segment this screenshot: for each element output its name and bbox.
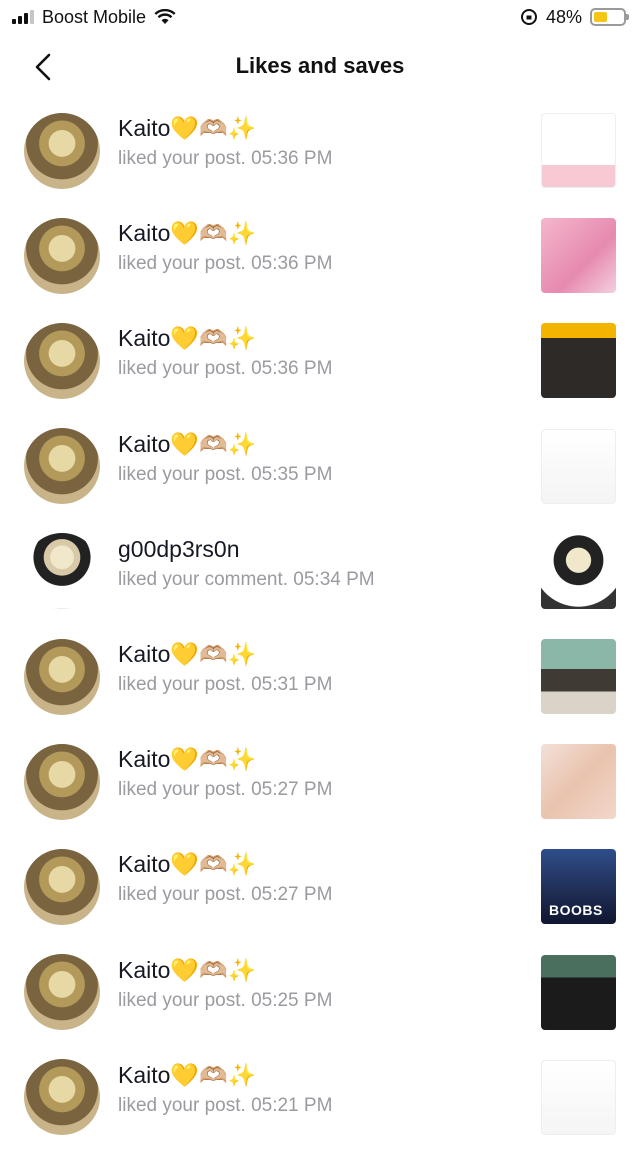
back-button[interactable]: [26, 50, 60, 84]
post-thumbnail[interactable]: [541, 428, 616, 504]
chevron-left-icon: [35, 53, 51, 81]
notification-row[interactable]: Kaito💛🫶🏼✨ liked your post. 05:27 PM: [0, 729, 640, 834]
post-thumbnail[interactable]: BOOBS: [541, 849, 616, 925]
status-right: 48%: [520, 6, 629, 28]
action-text: liked your post.: [118, 989, 246, 1011]
notification-row[interactable]: Kaito💛🫶🏼✨ liked your post. 05:36 PM: [0, 308, 640, 413]
username[interactable]: Kaito💛🫶🏼✨: [118, 217, 332, 249]
action-text: liked your post.: [118, 253, 246, 275]
username[interactable]: Kaito💛🫶🏼✨: [118, 638, 332, 670]
notification-row[interactable]: Kaito💛🫶🏼✨ liked your post. 05:25 PM: [0, 940, 640, 1045]
wifi-icon: [154, 9, 176, 24]
post-thumbnail[interactable]: [541, 113, 616, 189]
avatar[interactable]: [24, 1059, 100, 1136]
notification-list: Kaito💛🫶🏼✨ liked your post. 05:36 PM Kait…: [0, 98, 640, 1150]
action-text: liked your post.: [118, 148, 246, 169]
avatar[interactable]: [24, 112, 100, 189]
battery-percent: 48%: [545, 6, 582, 27]
username[interactable]: g00dp3rs0n: [118, 533, 375, 565]
orientation-lock-icon: [520, 9, 537, 25]
avatar[interactable]: [24, 638, 100, 715]
action-text: liked your post.: [118, 779, 246, 801]
avatar[interactable]: [24, 848, 100, 925]
username[interactable]: Kaito💛🫶🏼✨: [118, 428, 332, 460]
action-text: liked your comment.: [118, 568, 289, 590]
action-text: liked your post.: [118, 463, 246, 485]
action-text: liked your post.: [118, 1094, 246, 1116]
avatar[interactable]: [24, 322, 100, 399]
status-bar: Boost Mobile 48%: [0, 0, 640, 34]
notification-row[interactable]: Kaito💛🫶🏼✨ liked your post. 05:27 PM BOOB…: [0, 834, 640, 939]
action-text: liked your post.: [118, 884, 246, 906]
notification-row[interactable]: Kaito💛🫶🏼✨ liked your post. 05:35 PM: [0, 414, 640, 519]
timestamp: 05:21 PM: [251, 1094, 333, 1116]
battery-icon: [590, 8, 629, 26]
post-thumbnail[interactable]: [541, 954, 616, 1030]
post-thumbnail[interactable]: [541, 1059, 616, 1135]
avatar[interactable]: [24, 428, 100, 505]
avatar[interactable]: [24, 217, 100, 294]
username[interactable]: Kaito💛🫶🏼✨: [118, 848, 332, 880]
post-thumbnail[interactable]: [541, 218, 616, 294]
notification-row[interactable]: Kaito💛🫶🏼✨ liked your post. 05:36 PM: [0, 203, 640, 308]
notification-row[interactable]: Kaito💛🫶🏼✨ liked your post. 05:36 PM: [0, 98, 640, 203]
timestamp: 05:36 PM: [251, 148, 333, 169]
status-left: Boost Mobile: [12, 7, 176, 28]
timestamp: 05:25 PM: [251, 989, 333, 1011]
username[interactable]: Kaito💛🫶🏼✨: [118, 1059, 332, 1091]
signal-icon: [12, 10, 34, 24]
timestamp: 05:27 PM: [251, 779, 333, 801]
username[interactable]: Kaito💛🫶🏼✨: [118, 743, 332, 775]
notification-row[interactable]: Kaito💛🫶🏼✨ liked your post. 05:31 PM: [0, 624, 640, 729]
post-thumbnail[interactable]: [541, 744, 616, 820]
timestamp: 05:35 PM: [251, 463, 333, 485]
post-thumbnail[interactable]: [541, 639, 616, 715]
post-thumbnail[interactable]: [541, 323, 616, 399]
timestamp: 05:36 PM: [251, 253, 333, 275]
username[interactable]: Kaito💛🫶🏼✨: [118, 322, 332, 354]
nav-bar: Likes and saves: [0, 34, 640, 98]
timestamp: 05:27 PM: [251, 884, 333, 906]
notification-row[interactable]: g00dp3rs0n liked your comment. 05:34 PM: [0, 519, 640, 624]
post-thumbnail[interactable]: [541, 533, 616, 609]
timestamp: 05:31 PM: [251, 673, 333, 695]
thumbnail-caption: BOOBS: [549, 902, 603, 919]
notification-row[interactable]: Kaito💛🫶🏼✨ liked your post. 05:21 PM: [0, 1045, 640, 1150]
timestamp: 05:36 PM: [251, 358, 333, 380]
carrier-label: Boost Mobile: [42, 6, 147, 27]
action-text: liked your post.: [118, 358, 246, 380]
action-text: liked your post.: [118, 673, 246, 695]
page-title: Likes and saves: [235, 53, 405, 78]
avatar[interactable]: [24, 533, 100, 610]
username[interactable]: Kaito💛🫶🏼✨: [118, 954, 332, 986]
avatar[interactable]: [24, 743, 100, 820]
avatar[interactable]: [24, 954, 100, 1031]
username[interactable]: Kaito💛🫶🏼✨: [118, 112, 332, 144]
timestamp: 05:34 PM: [293, 568, 375, 590]
